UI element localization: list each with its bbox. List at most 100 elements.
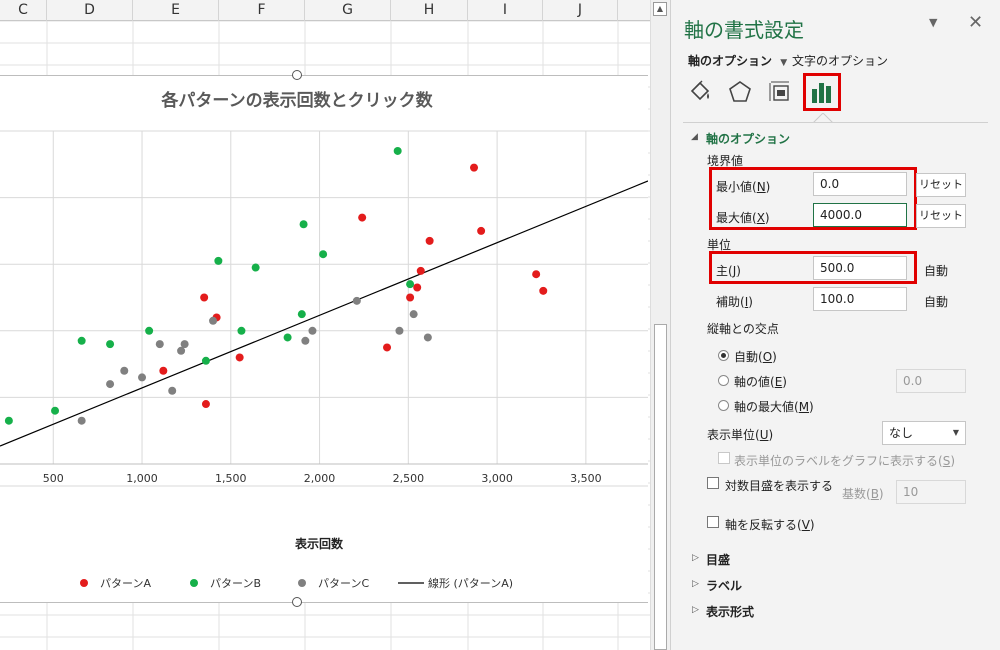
tab-axis-options[interactable]: 軸のオプション ▼ [688,52,787,69]
show-units-checkbox[interactable] [718,452,730,464]
data-point-pattern-b [393,146,402,155]
minor-unit-input[interactable]: 100.0 [813,287,907,311]
data-point-pattern-a [425,236,434,245]
x-tick-label: 500 [43,472,64,485]
column-header-i[interactable]: I [468,0,543,21]
data-point-pattern-a [470,163,479,172]
data-point-pattern-b [201,356,210,365]
max-bound-input[interactable]: 4000.0 [813,203,907,227]
data-point-pattern-c [155,340,164,349]
resize-handle-top[interactable] [292,70,302,80]
base-label: 基数(B) [842,487,884,501]
expand-caret-icon[interactable]: ◢ [691,132,698,142]
cross-max-radio[interactable] [718,400,729,411]
data-point-pattern-a [383,343,392,352]
data-point-pattern-b [299,220,308,229]
section-number-format[interactable]: 表示形式 [706,603,754,620]
data-point-pattern-b [106,340,115,349]
tab-text-options[interactable]: 文字のオプション [792,52,888,69]
cross-max-label: 軸の最大値(M) [734,400,814,414]
divider [683,122,988,123]
size-properties-icon[interactable] [765,77,795,107]
log-scale-checkbox[interactable] [707,477,719,489]
column-header-j[interactable]: J [543,0,618,21]
column-header-f[interactable]: F [219,0,305,21]
column-header-row: C D E F G H I J [0,0,650,21]
data-point-pattern-b [4,416,13,425]
cross-auto-radio[interactable] [718,350,729,361]
vertical-scrollbar[interactable]: ▲ [650,0,670,650]
column-header-e[interactable]: E [133,0,219,21]
log-scale-label: 対数目盛を表示する [725,479,834,493]
major-auto-label: 自動 [924,264,949,278]
legend-label: 線形 (パターンA) [428,576,513,590]
cross-value-label: 軸の値(E) [734,375,787,389]
pane-options-chevron-icon[interactable]: ▼ [929,16,937,29]
x-axis-title[interactable]: 表示回数 [294,536,344,551]
legend-label: パターンA [100,577,151,590]
collapse-caret-icon[interactable]: ▷ [692,605,699,615]
data-point-pattern-a [477,226,486,235]
max-label: 最大値(X) [716,211,770,225]
minor-label: 補助(I) [716,295,753,309]
collapse-caret-icon[interactable]: ▷ [692,553,699,563]
cross-value-input[interactable]: 0.0 [896,369,966,393]
close-icon[interactable]: ✕ [968,12,983,33]
chart-legend[interactable]: パターンA パターンB パターンC 線形 (パターンA) [80,576,513,590]
data-point-pattern-a [201,400,210,409]
cross-value-radio[interactable] [718,375,729,386]
x-tick-label: 2,500 [393,472,425,485]
legend-label: パターンC [318,577,369,590]
min-bound-input[interactable]: 0.0 [813,172,907,196]
data-point-pattern-c [106,380,115,389]
x-axis-tick-labels: 500 1,000 1,500 2,000 2,500 3,000 3,500 [43,472,602,485]
data-point-pattern-b [237,326,246,335]
data-point-pattern-c [301,336,310,345]
x-tick-label: 1,500 [215,472,247,485]
data-point-pattern-c [352,296,361,305]
scroll-thumb[interactable] [654,324,667,650]
scroll-up-icon[interactable]: ▲ [653,2,667,16]
column-header-c[interactable]: C [0,0,47,21]
data-point-pattern-b [51,406,60,415]
data-point-pattern-c [120,366,129,375]
log-base-input[interactable]: 10 [896,480,966,504]
max-reset-button[interactable]: リセット [916,204,966,228]
display-units-label: 表示単位(U) [707,428,774,442]
data-points [4,146,548,425]
data-point-pattern-b [406,280,415,289]
x-tick-label: 3,500 [570,472,602,485]
data-point-pattern-c [168,386,177,395]
section-axis-options[interactable]: 軸のオプション [706,130,790,147]
dropdown-chevron-icon: ▼ [952,428,959,437]
data-point-pattern-b [251,263,260,272]
reverse-axis-label: 軸を反転する(V) [725,518,815,532]
column-header-g[interactable]: G [305,0,391,21]
column-header-d[interactable]: D [47,0,133,21]
tab-dropdown-icon: ▼ [780,58,788,68]
effects-pentagon-icon[interactable] [725,77,755,107]
data-point-pattern-b [283,333,292,342]
min-reset-button[interactable]: リセット [916,173,966,197]
resize-handle-bottom[interactable] [292,597,302,607]
x-tick-label: 1,000 [126,472,158,485]
display-units-select[interactable]: なし ▼ [882,421,966,445]
collapse-caret-icon[interactable]: ▷ [692,579,699,589]
reverse-axis-checkbox[interactable] [707,516,719,528]
major-unit-input[interactable]: 500.0 [813,256,907,280]
column-header-h[interactable]: H [391,0,468,21]
worksheet[interactable]: C D E F G H I J 各パターンの表示回数とクリック数 500 1,00… [0,0,650,650]
scatter-chart[interactable]: 各パターンの表示回数とクリック数 500 1,000 1,500 2,000 2,500… [0,70,649,607]
data-point-pattern-b [297,310,306,319]
section-tick-marks[interactable]: 目盛 [706,551,730,568]
format-axis-pane: 軸の書式設定 ▼ ✕ 軸のオプション ▼ 文字のオプション ◢ 軸のオプション … [670,0,1000,650]
display-units-value: なし [889,426,914,440]
data-point-pattern-a [159,366,168,375]
fill-line-icon[interactable] [686,77,716,107]
chart-title[interactable]: 各パターンの表示回数とクリック数 [160,90,433,111]
legend-marker [190,579,198,587]
data-point-pattern-a [406,293,415,302]
axis-options-chart-icon[interactable] [803,73,841,111]
section-labels[interactable]: ラベル [706,577,742,594]
chart-plot: 各パターンの表示回数とクリック数 500 1,000 1,500 2,000 2,500… [0,90,649,590]
